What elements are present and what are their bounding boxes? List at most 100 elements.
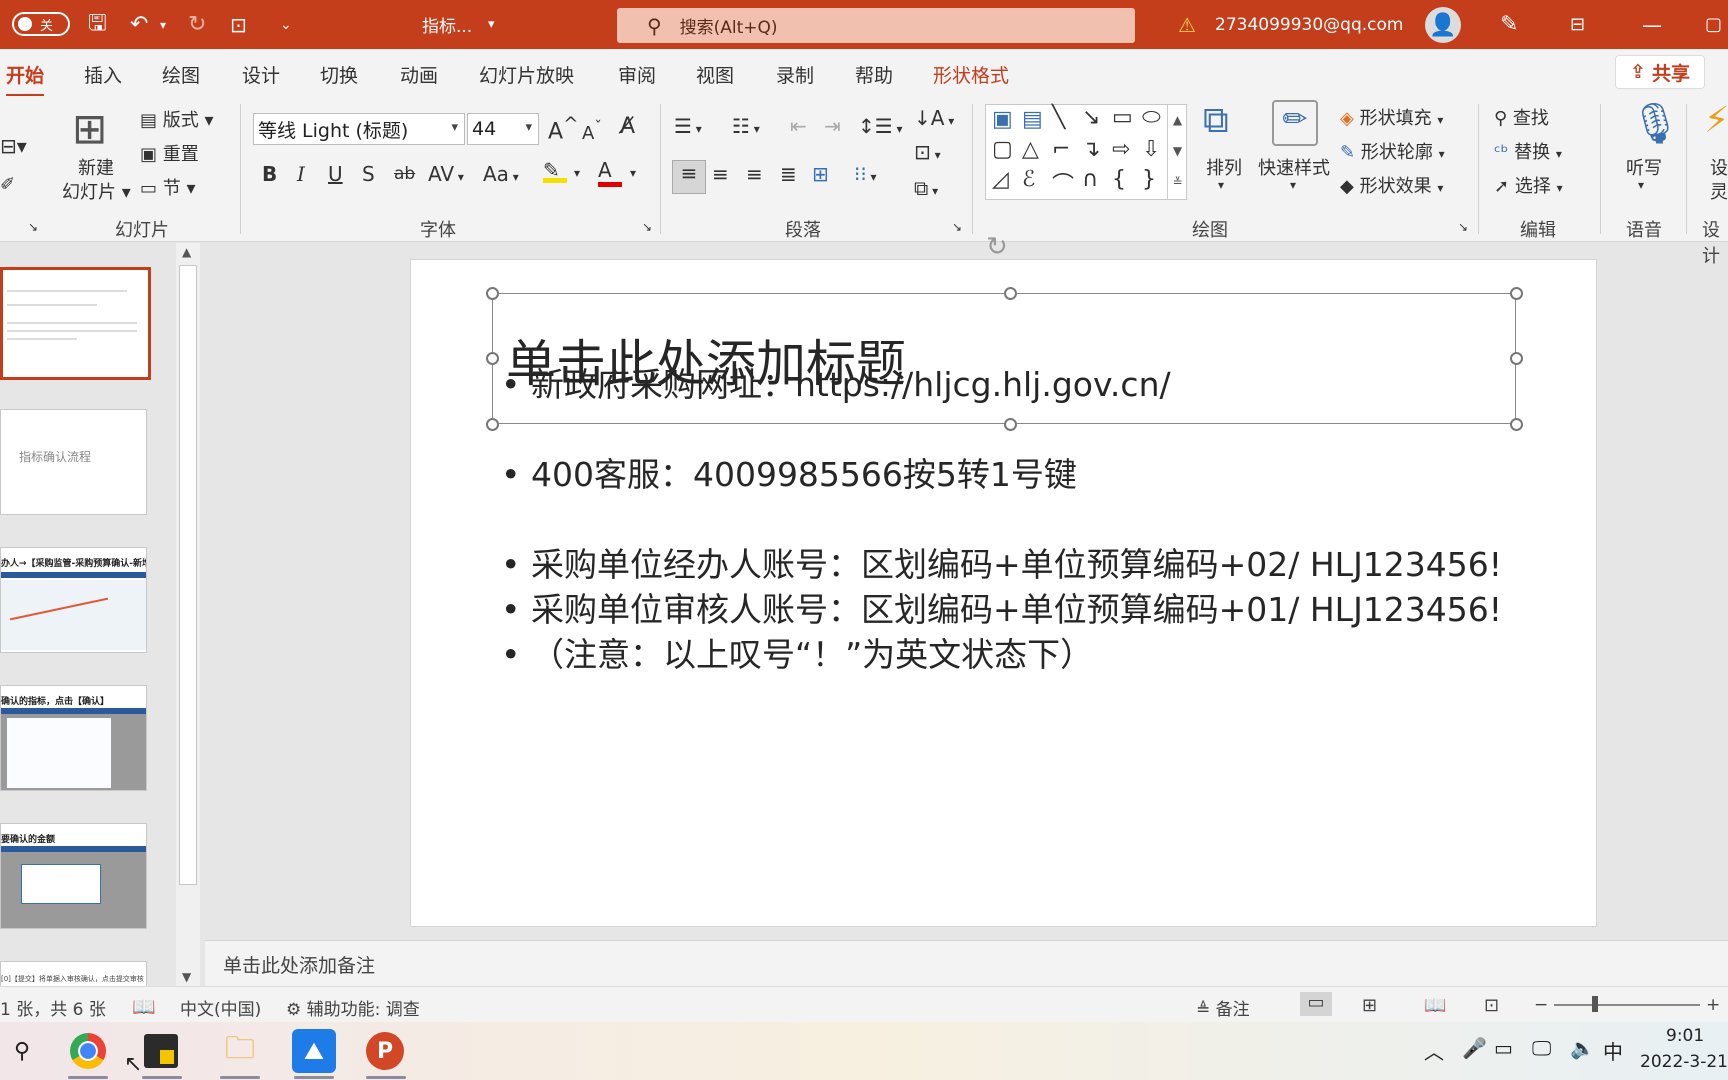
chevron-up-icon[interactable]: ︿	[1424, 1036, 1444, 1065]
zoom-slider[interactable]	[1554, 1004, 1700, 1006]
bold-button[interactable]: B	[262, 162, 277, 186]
ime-indicator[interactable]: 中	[1603, 1036, 1623, 1065]
tab-record[interactable]: 录制	[776, 61, 814, 88]
battery-icon[interactable]: ▭	[1494, 1036, 1513, 1060]
freeform-shape-icon[interactable]: ◿	[992, 167, 1009, 192]
notes-button[interactable]: ≜ 备注	[1196, 995, 1250, 1020]
paragraph-launcher-icon[interactable]: ↘	[952, 220, 962, 234]
slide-thumbnail-3[interactable]: 办人→【采购监管-采购预算确认-新增】	[0, 547, 147, 653]
bullets-icon[interactable]: ☰ ▾	[674, 114, 702, 138]
tab-draw[interactable]: 绘图	[162, 61, 200, 88]
chevron-down-icon[interactable]: ▾	[630, 166, 636, 180]
textbox-shape-icon[interactable]: ▣	[992, 107, 1013, 132]
decrease-indent-icon[interactable]: ⇤	[790, 114, 807, 138]
new-slide-label-2[interactable]: 幻灯片 ▾	[62, 178, 131, 204]
tab-transitions[interactable]: 切换	[320, 61, 358, 88]
account-email[interactable]: 2734099930@qq.com	[1215, 0, 1403, 49]
clipboard-launcher-icon[interactable]: ↘	[28, 220, 38, 234]
save-icon[interactable]: 🖫	[88, 0, 107, 49]
right-arrow-shape-icon[interactable]: ⇨	[1112, 137, 1130, 162]
align-center-button[interactable]: ≡	[712, 162, 729, 186]
new-slide-icon[interactable]: ⊞	[72, 104, 107, 153]
select-button[interactable]: ➚ 选择 ▾	[1494, 172, 1563, 198]
title-dropdown-icon[interactable]: ▾	[488, 0, 495, 49]
share-button[interactable]: ⇪ 共享	[1615, 55, 1705, 89]
chevron-down-icon[interactable]: ▾	[1290, 178, 1296, 192]
autosave-toggle[interactable]: 关	[12, 12, 70, 36]
clock-date[interactable]: 2022-3-21	[1640, 1052, 1728, 1072]
text-direction-icon[interactable]: ↓A ▾	[914, 106, 954, 130]
numbering-icon[interactable]: ☷ ▾	[732, 114, 760, 138]
tab-design[interactable]: 设计	[242, 61, 280, 88]
tab-insert[interactable]: 插入	[84, 61, 122, 88]
smartart-icon[interactable]: ⧉ ▾	[914, 176, 938, 200]
shape-outline-button[interactable]: ✎ 形状轮廓 ▾	[1340, 138, 1445, 164]
resize-handle[interactable]	[486, 418, 499, 431]
quick-styles-button[interactable]: 快速样式	[1258, 154, 1330, 180]
ribbon-display-icon[interactable]: ⊟	[1570, 0, 1585, 49]
search-box[interactable]: ⚲ 搜索(Alt+Q)	[617, 8, 1135, 43]
scrollbar-thumb[interactable]	[179, 265, 197, 885]
align-right-button[interactable]: ≡	[746, 162, 763, 186]
clear-format-icon[interactable]: A̸	[620, 114, 635, 139]
find-button[interactable]: ⚲ 查找	[1494, 104, 1549, 130]
undo-dropdown-icon[interactable]: ▾	[160, 0, 166, 49]
scroll-up-icon[interactable]: ▲	[182, 245, 191, 259]
scribble-shape-icon[interactable]: ℰ	[1022, 167, 1035, 192]
resize-handle[interactable]	[1510, 352, 1523, 365]
line-spacing-icon[interactable]: ↕☰ ▾	[858, 114, 903, 138]
rotate-handle-icon[interactable]: ↻	[986, 232, 1008, 262]
customize-toolbar-icon[interactable]: ⌄	[280, 0, 292, 49]
zoom-in-button[interactable]: +	[1706, 995, 1720, 1015]
tab-view[interactable]: 视图	[696, 61, 734, 88]
reading-view-icon[interactable]: 📖	[1424, 995, 1446, 1016]
search-icon[interactable]: ⚲	[0, 1029, 44, 1073]
tab-review[interactable]: 审阅	[618, 61, 656, 88]
shrink-font-icon[interactable]: Aˇ	[582, 118, 602, 144]
slide-canvas[interactable]: ↻ 单击此处添加标题 • 新政府采购网址：https://hljcg.hlj.g…	[410, 232, 1597, 927]
align-text-icon[interactable]: ⊡ ▾	[914, 140, 941, 164]
tab-help[interactable]: 帮助	[855, 61, 893, 88]
sticky-notes-icon[interactable]	[144, 1034, 178, 1068]
zoom-slider-thumb[interactable]	[1592, 996, 1598, 1012]
resize-handle[interactable]	[1510, 287, 1523, 300]
chrome-icon[interactable]	[70, 1033, 106, 1069]
tab-shape-format[interactable]: 形状格式	[933, 61, 1009, 88]
file-explorer-icon[interactable]: 🗀	[218, 1029, 262, 1073]
paste-icon[interactable]: ⊟▾	[0, 134, 27, 158]
rounded-rect-shape-icon[interactable]: ▢	[992, 137, 1013, 162]
italic-button[interactable]: I	[297, 162, 305, 186]
font-name-combo[interactable]: 等线 Light (标题) ▾	[253, 113, 465, 145]
notes-placeholder[interactable]: 单击此处添加备注	[223, 951, 375, 978]
resize-handle[interactable]	[486, 352, 499, 365]
chevron-down-icon[interactable]: ▾	[1218, 178, 1224, 192]
volume-icon[interactable]: 🔈	[1570, 1036, 1595, 1060]
underline-button[interactable]: U	[328, 162, 343, 186]
resize-handle[interactable]	[1004, 418, 1017, 431]
slide-thumbnail-4[interactable]: 确认的指标，点击【确认】	[0, 685, 147, 791]
microphone-tray-icon[interactable]: 🎤	[1462, 1036, 1487, 1060]
designer-label-2[interactable]: 灵	[1710, 178, 1728, 204]
slide-bullet[interactable]: • 新政府采购网址：https://hljcg.hlj.gov.cn/	[501, 358, 1171, 406]
warning-icon[interactable]: ⚠	[1178, 0, 1196, 49]
maximize-icon[interactable]: ▢	[1705, 0, 1722, 49]
right-brace-shape-icon[interactable]: }	[1142, 167, 1156, 192]
slide-thumbnail-1[interactable]	[0, 267, 151, 380]
line-shape-icon[interactable]: ╲	[1052, 105, 1065, 130]
arrange-icon[interactable]: ⧉	[1203, 100, 1229, 142]
thumbnail-scrollbar[interactable]: ▲ ▼	[176, 243, 200, 990]
quick-styles-icon[interactable]: ✏	[1272, 100, 1318, 146]
slide-bullet[interactable]: • （注意：以上叹号“！”为英文状态下）	[501, 628, 1093, 676]
shadow-button[interactable]: S	[362, 162, 375, 186]
clock-time[interactable]: 9:01	[1666, 1026, 1704, 1046]
change-case-button[interactable]: Aa ▾	[483, 162, 519, 186]
dictate-button[interactable]: 听写	[1626, 154, 1662, 180]
resize-handle[interactable]	[1510, 418, 1523, 431]
new-slide-label-1[interactable]: 新建	[78, 154, 114, 180]
shape-effects-button[interactable]: ◆ 形状效果 ▾	[1340, 172, 1443, 198]
gallery-scroll[interactable]: ▲ ▼ ≚	[1167, 105, 1187, 200]
char-spacing-button[interactable]: AV ▾	[428, 162, 464, 186]
vertical-textbox-shape-icon[interactable]: ▤	[1022, 107, 1043, 132]
language-indicator[interactable]: 中文(中国)	[180, 995, 261, 1020]
font-color-icon[interactable]: A	[598, 158, 622, 187]
